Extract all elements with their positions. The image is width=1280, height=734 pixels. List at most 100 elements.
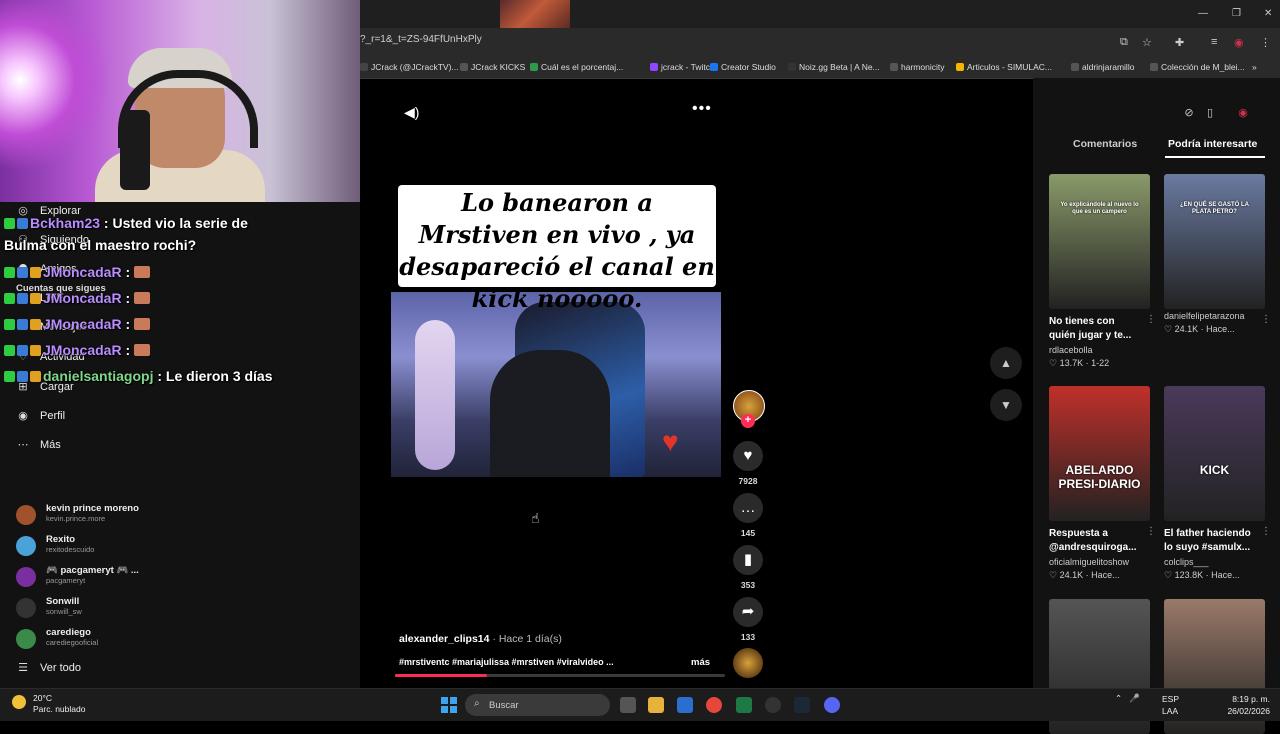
- card-menu-icon[interactable]: ⋮: [1261, 526, 1271, 537]
- video-progress-fill: [395, 674, 488, 677]
- bunny-figure: [415, 320, 455, 470]
- restore-icon[interactable]: ❐: [1232, 8, 1241, 19]
- media-icon[interactable]: ≡: [1211, 36, 1217, 48]
- tab-comentarios[interactable]: Comentarios: [1073, 138, 1137, 150]
- close-icon[interactable]: ✕: [1264, 8, 1272, 19]
- bookmark-star-icon[interactable]: ☆: [1142, 36, 1152, 49]
- video-title[interactable]: No tienes con quién jugar y te...: [1049, 315, 1141, 343]
- video-thumbnail[interactable]: Yo explicándole al nuevo lo que es un ca…: [1049, 174, 1150, 309]
- profile-avatar-icon[interactable]: ◉: [1234, 104, 1252, 122]
- obs-icon[interactable]: [765, 697, 781, 713]
- discord-icon[interactable]: [824, 697, 840, 713]
- video-thumbnail[interactable]: KICK: [1164, 386, 1265, 521]
- bookmark-favicon-icon: [788, 63, 796, 71]
- author-name[interactable]: alexander_clips14: [399, 633, 489, 645]
- taskbar-clock[interactable]: 8:19 p. m. 26/02/2026: [1222, 693, 1270, 717]
- comment-action[interactable]: … 145: [733, 493, 763, 538]
- video-stats: ♡ 13.7K · 1-22: [1049, 358, 1110, 368]
- extensions-icon[interactable]: ✚: [1175, 36, 1184, 49]
- system-tray[interactable]: ⌃ 🎤: [1115, 693, 1140, 704]
- more-options-icon[interactable]: •••: [692, 100, 712, 118]
- windows-start-icon[interactable]: [441, 697, 457, 713]
- nav-item-9[interactable]: ⋯ Más: [16, 438, 61, 451]
- chat-separator: :: [153, 368, 166, 384]
- bookmark-item[interactable]: Noiz.gg Beta | A Ne...: [788, 62, 880, 72]
- follow-plus-icon[interactable]: +: [741, 414, 755, 428]
- avatar[interactable]: [16, 629, 36, 649]
- previous-video-button[interactable]: ▲: [990, 347, 1022, 379]
- video-thumbnail[interactable]: ABELARDO PRESI-DIARIO: [1049, 386, 1150, 521]
- sound-disc-icon[interactable]: [733, 648, 763, 678]
- cast-icon[interactable]: ⧉: [1120, 36, 1128, 49]
- video-thumbnail[interactable]: ¿EN QUÉ SE GASTÓ LA PLATA PETRO?: [1164, 174, 1265, 309]
- account-name[interactable]: Rexito: [46, 534, 75, 545]
- share-action[interactable]: ➦ 133: [733, 597, 763, 642]
- task-view-icon[interactable]: [620, 697, 636, 713]
- menu-icon[interactable]: ⋮: [1260, 36, 1271, 49]
- account-name[interactable]: carediego: [46, 627, 91, 638]
- video-author[interactable]: alexander_clips14 · Hace 1 día(s): [399, 633, 562, 645]
- bookmarks-overflow-icon[interactable]: »: [1252, 62, 1257, 72]
- tab-podria-interesarte[interactable]: Podría interesarte: [1168, 138, 1257, 150]
- avatar[interactable]: [16, 536, 36, 556]
- more-link[interactable]: más: [691, 657, 710, 668]
- chrome-icon[interactable]: [706, 697, 722, 713]
- video-account[interactable]: danielfelipetarazona: [1164, 311, 1265, 321]
- avatar[interactable]: [16, 505, 36, 525]
- suggested-video-card[interactable]: KICK El father haciendo lo suyo #samulx..…: [1164, 386, 1271, 581]
- steam-icon[interactable]: [794, 697, 810, 713]
- mail-icon[interactable]: [677, 697, 693, 713]
- file-explorer-icon[interactable]: [648, 697, 664, 713]
- next-video-button[interactable]: ▼: [990, 389, 1022, 421]
- video-hashtags[interactable]: #mrstiventc #mariajulissa #mrstiven #vir…: [399, 657, 614, 667]
- account-name[interactable]: 🎮 pacgameryt 🎮 ...: [46, 565, 139, 576]
- account-name[interactable]: kevin prince moreno: [46, 503, 139, 514]
- volume-icon[interactable]: ◀): [404, 104, 419, 121]
- avatar[interactable]: [16, 567, 36, 587]
- video-title[interactable]: El father haciendo lo suyo #samulx...: [1164, 527, 1256, 555]
- language-indicator[interactable]: ESP LAA: [1162, 693, 1179, 717]
- avatar[interactable]: [16, 598, 36, 618]
- comment-icon[interactable]: …: [733, 493, 763, 523]
- bookmark-item[interactable]: aldrinjaramillo: [1071, 62, 1134, 72]
- see-all-link[interactable]: ☰ Ver todo: [16, 661, 81, 674]
- card-menu-icon[interactable]: ⋮: [1146, 314, 1156, 325]
- bookmark-item[interactable]: harmonicity: [890, 62, 944, 72]
- video-account[interactable]: oficialmiguelitoshow: [1049, 557, 1150, 567]
- bookmark-item[interactable]: Creator Studio: [710, 62, 776, 72]
- video-account[interactable]: colclips___: [1164, 557, 1265, 567]
- like-action[interactable]: ♥ 7928: [733, 441, 763, 486]
- heart-icon[interactable]: ♥: [733, 441, 763, 471]
- excel-icon[interactable]: [736, 697, 752, 713]
- bookmark-item[interactable]: Articulos - SIMULAC...: [956, 62, 1052, 72]
- thumbnail-text: Yo explicándole al nuevo lo que es un ca…: [1060, 202, 1139, 215]
- account-name[interactable]: Sonwill: [46, 596, 79, 607]
- bookmark-item[interactable]: jcrack - Twitch: [650, 62, 715, 72]
- explore-circle-icon[interactable]: ⊘: [1180, 104, 1198, 122]
- bookmark-item[interactable]: Colección de M_blei...: [1150, 62, 1245, 72]
- address-bar[interactable]: ?_r=1&_t=ZS-94FfUnHxPly ⧉ ☆ ✚ ≡ ◉ ⋮: [360, 28, 1280, 56]
- minimize-icon[interactable]: —: [1198, 8, 1208, 19]
- bookmark-item[interactable]: JCrack KICKS: [460, 62, 525, 72]
- card-menu-icon[interactable]: ⋮: [1261, 314, 1271, 325]
- taskbar-search[interactable]: ⌕ Buscar: [465, 694, 610, 716]
- bookmark-item[interactable]: Cuál es el porcentaj...: [530, 62, 623, 72]
- video-title[interactable]: Respuesta a @andresquiroga...: [1049, 527, 1141, 555]
- share-icon[interactable]: ➦: [733, 597, 763, 627]
- device-icon[interactable]: ▯: [1201, 104, 1219, 122]
- url-text[interactable]: ?_r=1&_t=ZS-94FfUnHxPly: [360, 34, 482, 45]
- bookmark-favicon-icon: [460, 63, 468, 71]
- nav-item-8[interactable]: ◉ Perfil: [16, 409, 65, 422]
- suggested-video-card[interactable]: ¿EN QUÉ SE GASTÓ LA PLATA PETRO? danielfe…: [1164, 174, 1271, 335]
- profile-icon[interactable]: ◉: [1234, 36, 1244, 49]
- video-account[interactable]: rdlacebolla: [1049, 345, 1150, 355]
- card-menu-icon[interactable]: ⋮: [1146, 526, 1156, 537]
- suggested-video-card[interactable]: Yo explicándole al nuevo lo que es un ca…: [1049, 174, 1156, 369]
- bookmark-icon[interactable]: ▮: [733, 545, 763, 575]
- video-stats: ♡ 24.1K · Hace...: [1164, 324, 1235, 334]
- suggested-video-card[interactable]: ABELARDO PRESI-DIARIO Respuesta a @andres…: [1049, 386, 1156, 581]
- bookmark-item[interactable]: JCrack (@JCrackTV)...: [360, 62, 459, 72]
- chat-username: Bckham23: [30, 215, 101, 231]
- save-action[interactable]: ▮ 353: [733, 545, 763, 590]
- video-progress-bar[interactable]: [395, 674, 725, 677]
